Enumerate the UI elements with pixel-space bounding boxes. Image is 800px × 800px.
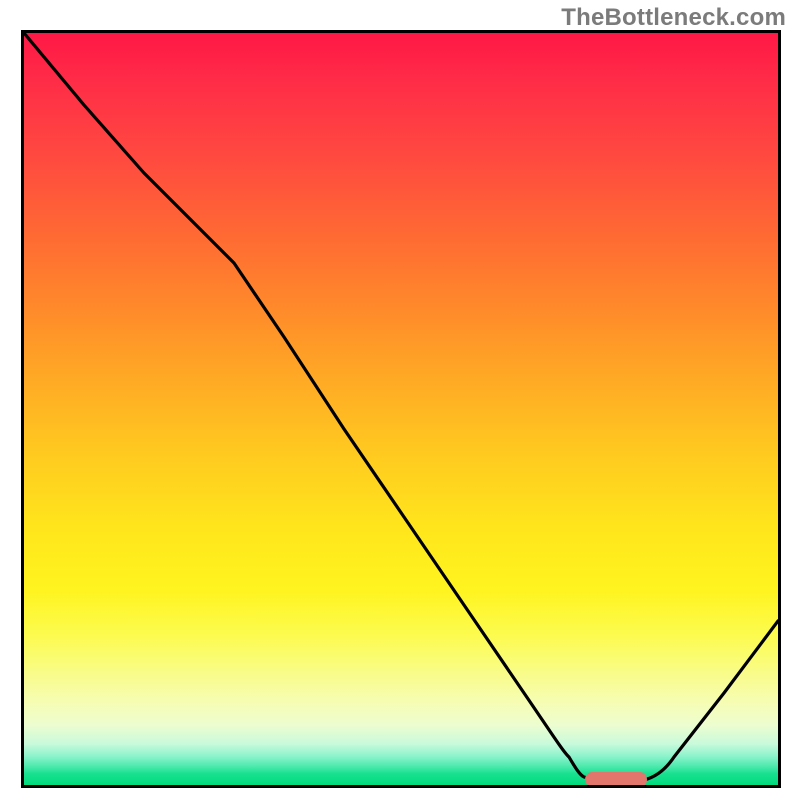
watermark-text: TheBottleneck.com: [561, 4, 786, 32]
data-curve: [24, 33, 778, 785]
chart-canvas: TheBottleneck.com: [0, 0, 800, 800]
marker-pill: [585, 772, 647, 787]
plot-area: [21, 30, 781, 788]
curve-path: [24, 33, 778, 780]
